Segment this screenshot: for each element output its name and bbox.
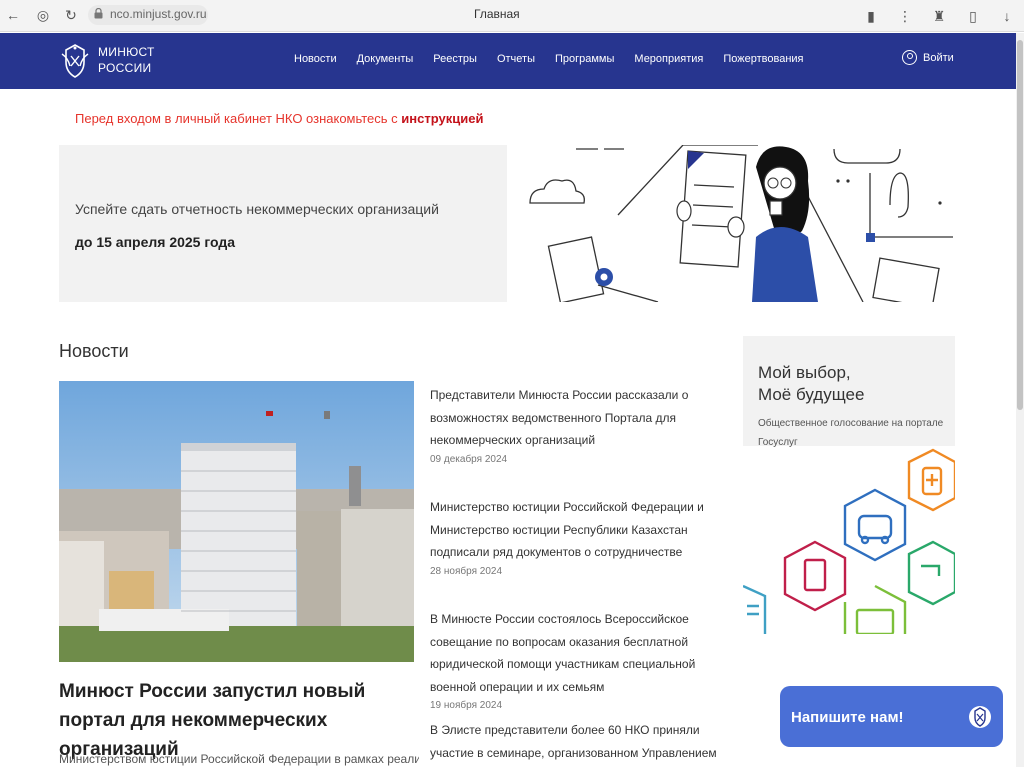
user-icon (902, 50, 917, 65)
list-item[interactable]: В Минюсте России состоялось Всероссийско… (430, 608, 730, 711)
lock-icon (94, 8, 103, 19)
site-header: МИНЮСТ РОССИИ Новости Документы Реестры … (0, 33, 1018, 89)
emblem-icon (969, 706, 991, 728)
voting-promo-card[interactable]: Мой выбор, Моё будущее Общественное голо… (743, 336, 955, 448)
reload-icon[interactable]: ↻ (62, 6, 80, 24)
ministry-building-photo[interactable] (59, 381, 414, 662)
news-item-title[interactable]: Представители Минюста России рассказали … (430, 384, 730, 452)
menu-item-programs[interactable]: Программы (555, 53, 614, 65)
menu-item-registries[interactable]: Реестры (433, 53, 477, 65)
news-item-title[interactable]: В Элисте представители более 60 НКО прин… (430, 719, 730, 767)
chat-button-label: Напишите нам! (791, 709, 904, 726)
back-arrow-icon[interactable]: ← (4, 6, 22, 24)
feature-news-title[interactable]: Минюст России запустил новый портал для … (59, 677, 419, 764)
reader-icon[interactable]: ▯ (964, 8, 982, 25)
news-item-date: 09 декабря 2024 (430, 453, 508, 465)
list-item[interactable]: Представители Минюста России рассказали … (430, 384, 730, 465)
extension-icon[interactable]: ♜ (930, 8, 948, 25)
news-heading: Новости (59, 341, 129, 361)
url-text: nco.minjust.gov.ru (110, 7, 207, 21)
news-item-date: 19 ноября 2024 (430, 700, 503, 711)
login-button[interactable]: Войти (902, 50, 954, 65)
tab-title: Главная (474, 7, 520, 21)
address-bar[interactable]: nco.minjust.gov.ru (88, 5, 208, 25)
service-icons-illustration[interactable] (743, 446, 955, 634)
ministry-emblem-icon[interactable] (58, 42, 92, 80)
main-menu: Новости Документы Реестры Отчеты Програм… (294, 53, 824, 65)
menu-item-donations[interactable]: Пожертвования (723, 53, 803, 65)
menu-item-news[interactable]: Новости (294, 53, 337, 65)
promo-title: Мой выбор, Моё будущее (758, 362, 864, 406)
menu-item-documents[interactable]: Документы (357, 53, 414, 65)
instruction-link[interactable]: инструкцией (401, 111, 483, 126)
brand-name[interactable]: МИНЮСТ РОССИИ (98, 44, 155, 76)
promo-title-line-2: Моё будущее (758, 385, 865, 404)
menu-item-reports[interactable]: Отчеты (497, 53, 535, 65)
brand-line-2: РОССИИ (98, 61, 152, 75)
login-label: Войти (923, 51, 954, 64)
shield-icon[interactable]: ◎ (34, 6, 52, 24)
more-menu-icon[interactable]: ⋮ (896, 8, 914, 25)
reporting-banner[interactable]: Успейте сдать отчетность некоммерческих … (59, 145, 507, 302)
scrollbar-thumb[interactable] (1017, 40, 1023, 410)
promo-title-line-1: Мой выбор, (758, 363, 851, 382)
download-icon[interactable]: ↓ (998, 8, 1016, 24)
news-item-title[interactable]: Министерство юстиции Российской Федераци… (430, 496, 730, 564)
banner-text: Успейте сдать отчетность некоммерческих … (75, 201, 439, 217)
bookmark-icon[interactable]: ▮ (862, 8, 880, 25)
banner-deadline: до 15 апреля 2025 года (75, 234, 236, 250)
news-item-date: 28 ноября 2024 (430, 565, 503, 577)
menu-item-events[interactable]: Мероприятия (634, 53, 703, 65)
notice-text: Перед входом в личный кабинет НКО ознако… (75, 111, 402, 126)
login-notice: Перед входом в личный кабинет НКО ознако… (75, 111, 483, 126)
chat-button[interactable]: Напишите нам! (780, 686, 1003, 747)
browser-toolbar: ← ◎ ↻ nco.minjust.gov.ru Главная ▮ ⋮ ♜ ▯… (0, 0, 1024, 32)
list-item[interactable]: В Элисте представители более 60 НКО прин… (430, 719, 730, 767)
feature-news-lead: Министерством юстиции Российской Федерац… (59, 752, 419, 766)
list-item[interactable]: Министерство юстиции Российской Федераци… (430, 496, 730, 577)
brand-line-1: МИНЮСТ (98, 45, 155, 59)
news-item-title[interactable]: В Минюсте России состоялось Всероссийско… (430, 608, 730, 698)
woman-with-documents-illustration (529, 145, 953, 302)
